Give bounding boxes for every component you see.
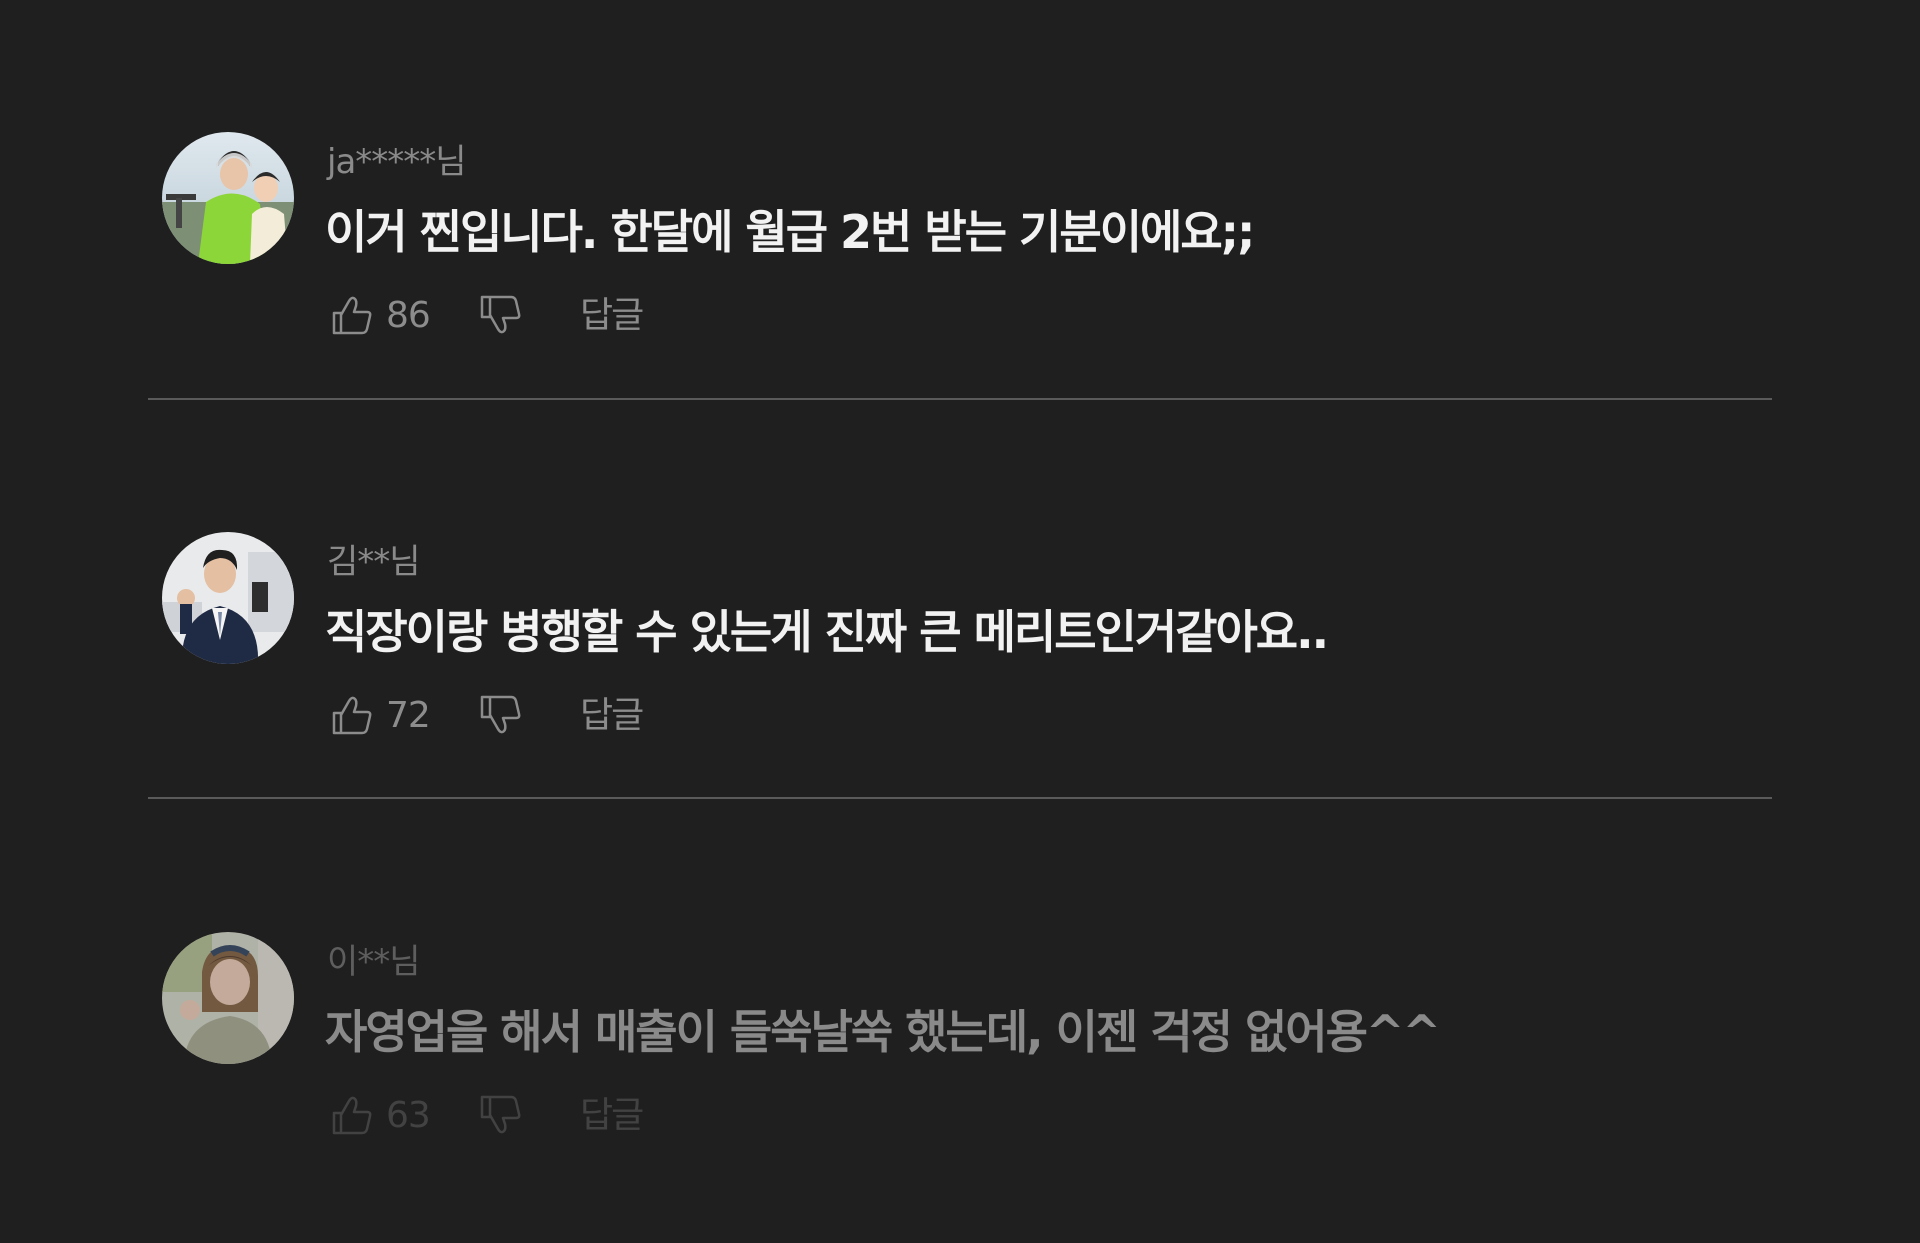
dislike-button[interactable] <box>478 1090 526 1140</box>
reply-button[interactable]: 답글 <box>580 692 644 740</box>
comment-item: 이**님 자영업을 해서 매출이 들쑥날쑥 했는데, 이젠 걱정 없어용^^ 6… <box>0 932 1920 1172</box>
thumbs-up-icon <box>332 1096 372 1135</box>
comment-list: ja*****님 이거 찐입니다. 한달에 월급 2번 받는 기분이에요;; 8… <box>0 0 1920 1243</box>
comment-username: 이**님 <box>327 942 421 982</box>
couple-on-scooter-photo-icon <box>162 132 294 264</box>
thumbs-up-icon <box>332 296 372 335</box>
comment-username: ja*****님 <box>327 142 467 182</box>
like-count: 86 <box>386 294 431 336</box>
comment-username: 김**님 <box>327 542 421 582</box>
comment-item: 김**님 직장이랑 병행할 수 있는게 진짜 큰 메리트인거같아요.. 72 답… <box>0 532 1920 772</box>
thumbs-down-icon <box>480 295 521 334</box>
comment-text: 자영업을 해서 매출이 들쑥날쑥 했는데, 이젠 걱정 없어용^^ <box>325 1005 1441 1059</box>
comment-actions: 86 답글 <box>330 290 730 340</box>
user-avatar[interactable] <box>162 132 294 264</box>
thumbs-down-icon <box>480 695 521 734</box>
user-avatar[interactable] <box>162 532 294 664</box>
reply-button[interactable]: 답글 <box>580 1092 644 1140</box>
comment-actions: 72 답글 <box>330 690 730 740</box>
like-count: 72 <box>386 694 431 736</box>
like-button[interactable]: 86 <box>330 290 431 340</box>
reply-button[interactable]: 답글 <box>580 292 644 340</box>
divider <box>148 797 1772 799</box>
dislike-button[interactable] <box>478 690 526 740</box>
thumbs-up-icon <box>332 696 372 735</box>
like-button[interactable]: 63 <box>330 1090 431 1140</box>
divider <box>148 398 1772 400</box>
smiling-woman-photo-icon <box>162 932 294 1064</box>
comment-text: 이거 찐입니다. 한달에 월급 2번 받는 기분이에요;; <box>325 205 1255 259</box>
like-count: 63 <box>386 1094 431 1136</box>
user-avatar[interactable] <box>162 932 294 1064</box>
thumbs-down-icon <box>480 1095 521 1134</box>
comment-actions: 63 답글 <box>330 1090 730 1140</box>
man-in-suit-photo-icon <box>162 532 294 664</box>
comment-item: ja*****님 이거 찐입니다. 한달에 월급 2번 받는 기분이에요;; 8… <box>0 132 1920 372</box>
dislike-button[interactable] <box>478 290 526 340</box>
like-button[interactable]: 72 <box>330 690 431 740</box>
comment-text: 직장이랑 병행할 수 있는게 진짜 큰 메리트인거같아요.. <box>325 605 1329 659</box>
